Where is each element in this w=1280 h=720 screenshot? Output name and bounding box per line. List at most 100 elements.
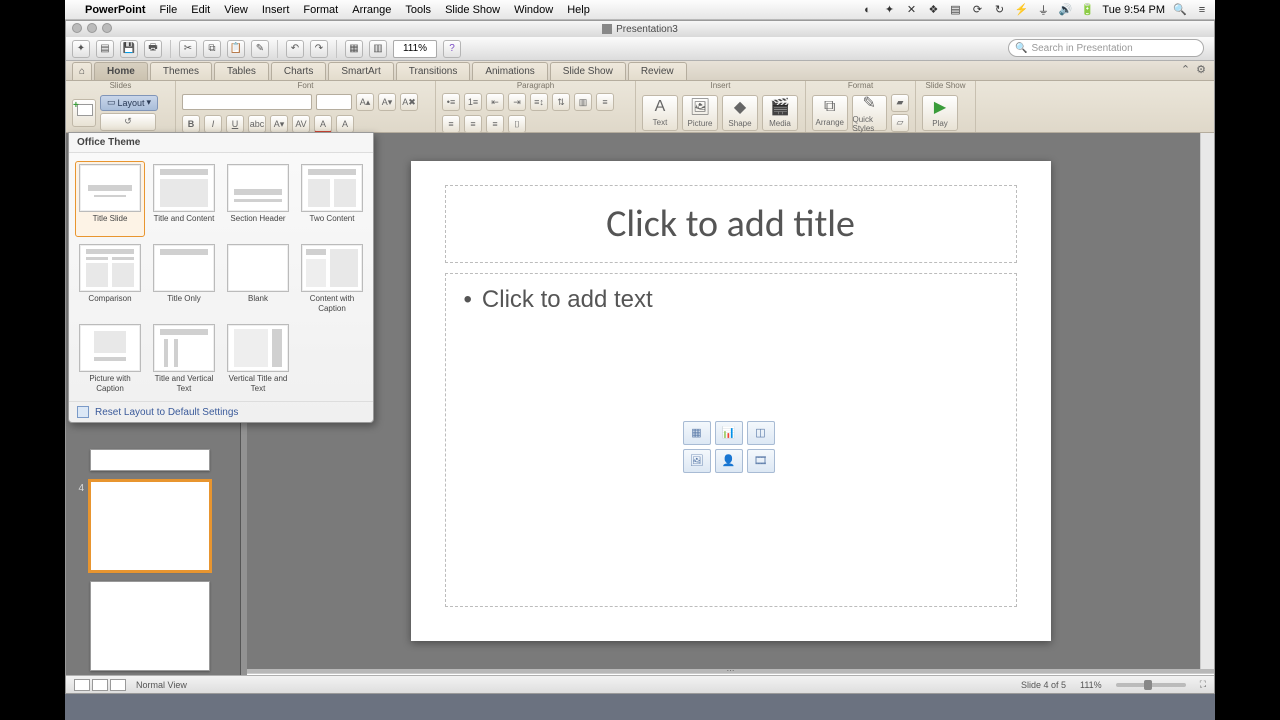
highlight-button[interactable]: A xyxy=(336,115,354,133)
slide-thumbnail[interactable] xyxy=(90,449,210,471)
menu-extra-icon[interactable]: ≡ xyxy=(1195,3,1209,17)
shrink-font-button[interactable]: A▾ xyxy=(378,93,396,111)
menu-window[interactable]: Window xyxy=(514,4,553,16)
layout-option-vertical-title-text[interactable]: Vertical Title and Text xyxy=(223,321,293,397)
content-placeholder[interactable]: Click to add text ▦ 📊 ◫ 🖼 👤 🎞 xyxy=(445,273,1017,607)
status-icon[interactable]: ✦ xyxy=(882,3,896,17)
status-icon[interactable]: ◐ xyxy=(860,3,874,17)
shape-line-button[interactable]: ▱ xyxy=(891,114,909,132)
grow-font-button[interactable]: A▴ xyxy=(356,93,374,111)
ribbon-collapse-button[interactable]: ⌃ xyxy=(1181,63,1190,76)
tab-review[interactable]: Review xyxy=(628,62,687,80)
title-placeholder[interactable]: Click to add title xyxy=(445,185,1017,263)
align-text-button[interactable]: ⌷ xyxy=(508,115,526,133)
align-left-button[interactable]: ≡ xyxy=(596,93,614,111)
menu-insert[interactable]: Insert xyxy=(262,4,290,16)
undo-button[interactable]: ↶ xyxy=(286,40,304,58)
layout-button[interactable]: ▭Layout▾ xyxy=(100,95,158,111)
menu-help[interactable]: Help xyxy=(567,4,590,16)
status-icon[interactable]: ⟳ xyxy=(970,3,984,17)
sorter-view-button[interactable] xyxy=(92,679,108,691)
wifi-icon[interactable]: ⏚ xyxy=(1036,3,1050,17)
insert-text-button[interactable]: AText xyxy=(642,95,678,131)
status-icon[interactable]: ✕ xyxy=(904,3,918,17)
insert-table-icon[interactable]: ▦ xyxy=(683,421,711,445)
line-spacing-button[interactable]: ≡↕ xyxy=(530,93,548,111)
play-button[interactable]: ▶Play xyxy=(922,95,958,131)
strike-button[interactable]: abc xyxy=(248,115,266,133)
new-button[interactable]: ✦ xyxy=(72,40,90,58)
slide-thumbnail[interactable] xyxy=(90,481,210,571)
layout-option-title-slide[interactable]: Title Slide xyxy=(75,161,145,237)
menu-format[interactable]: Format xyxy=(303,4,338,16)
notes-splitter[interactable] xyxy=(247,669,1214,673)
layout-option-picture-with-caption[interactable]: Picture with Caption xyxy=(75,321,145,397)
underline-button[interactable]: U xyxy=(226,115,244,133)
toolbar-button[interactable]: ▦ xyxy=(345,40,363,58)
menu-view[interactable]: View xyxy=(224,4,248,16)
menu-file[interactable]: File xyxy=(160,4,178,16)
new-slide-button[interactable] xyxy=(72,99,96,127)
tab-animations[interactable]: Animations xyxy=(472,62,547,80)
tab-charts[interactable]: Charts xyxy=(271,62,326,80)
menu-tools[interactable]: Tools xyxy=(405,4,431,16)
menu-slideshow[interactable]: Slide Show xyxy=(445,4,500,16)
font-size-combo[interactable] xyxy=(316,94,352,110)
layout-option-two-content[interactable]: Two Content xyxy=(297,161,367,237)
insert-media-button[interactable]: 🎬Media xyxy=(762,95,798,131)
volume-icon[interactable]: 🔊 xyxy=(1058,3,1072,17)
outdent-button[interactable]: ⇤ xyxy=(486,93,504,111)
ribbon-home-icon[interactable]: ⌂ xyxy=(72,62,92,80)
fit-to-window-button[interactable]: ⛶ xyxy=(1200,679,1206,690)
layout-option-title-vertical-text[interactable]: Title and Vertical Text xyxy=(149,321,219,397)
insert-smartart-icon[interactable]: ◫ xyxy=(747,421,775,445)
reset-button[interactable]: ↺ xyxy=(100,113,156,131)
redo-button[interactable]: ↷ xyxy=(310,40,328,58)
toolbar-button[interactable]: ▥ xyxy=(369,40,387,58)
minimize-button[interactable] xyxy=(87,23,97,33)
justify-button[interactable]: ≡ xyxy=(486,115,504,133)
align-center-button[interactable]: ≡ xyxy=(442,115,460,133)
insert-picture-icon[interactable]: 🖼 xyxy=(683,449,711,473)
slide-canvas[interactable]: Click to add title Click to add text ▦ 📊… xyxy=(411,161,1051,641)
layout-option-content-with-caption[interactable]: Content with Caption xyxy=(297,241,367,317)
slide-thumbnail[interactable] xyxy=(90,581,210,671)
slide-editor[interactable]: Click to add title Click to add text ▦ 📊… xyxy=(247,133,1214,669)
print-button[interactable]: 🖶 xyxy=(144,40,162,58)
ribbon-settings-button[interactable]: ⚙ xyxy=(1196,63,1206,76)
tab-transitions[interactable]: Transitions xyxy=(396,62,471,80)
cut-button[interactable]: ✂ xyxy=(179,40,197,58)
status-icon[interactable]: ↻ xyxy=(992,3,1006,17)
bold-button[interactable]: B xyxy=(182,115,200,133)
layout-option-section-header[interactable]: Section Header xyxy=(223,161,293,237)
tab-home[interactable]: Home xyxy=(94,62,148,80)
status-zoom-value[interactable]: 111% xyxy=(1080,680,1102,690)
columns-button[interactable]: ▥ xyxy=(574,93,592,111)
bluetooth-icon[interactable]: ⚡ xyxy=(1014,3,1028,17)
italic-button[interactable]: I xyxy=(204,115,222,133)
search-input[interactable]: 🔍 Search in Presentation xyxy=(1008,39,1204,57)
spotlight-icon[interactable]: 🔍 xyxy=(1173,3,1187,17)
copy-button[interactable]: ⧉ xyxy=(203,40,221,58)
layout-option-title-only[interactable]: Title Only xyxy=(149,241,219,317)
layout-option-title-and-content[interactable]: Title and Content xyxy=(149,161,219,237)
shape-fill-button[interactable]: ▰ xyxy=(891,94,909,112)
open-button[interactable]: ▤ xyxy=(96,40,114,58)
clear-format-button[interactable]: A✖ xyxy=(400,93,418,111)
menu-arrange[interactable]: Arrange xyxy=(352,4,391,16)
format-painter-button[interactable]: ✎ xyxy=(251,40,269,58)
zoom-combo[interactable]: 111% xyxy=(393,40,437,58)
numbering-button[interactable]: 1≡ xyxy=(464,93,482,111)
zoom-slider[interactable] xyxy=(1116,683,1186,687)
paste-button[interactable]: 📋 xyxy=(227,40,245,58)
insert-chart-icon[interactable]: 📊 xyxy=(715,421,743,445)
tab-smartart[interactable]: SmartArt xyxy=(328,62,393,80)
help-button[interactable]: ? xyxy=(443,40,461,58)
layout-option-comparison[interactable]: Comparison xyxy=(75,241,145,317)
char-spacing-button[interactable]: AV xyxy=(292,115,310,133)
status-icon[interactable]: ▤ xyxy=(948,3,962,17)
insert-picture-button[interactable]: 🖼Picture xyxy=(682,95,718,131)
bullets-button[interactable]: •≡ xyxy=(442,93,460,111)
menu-edit[interactable]: Edit xyxy=(191,4,210,16)
status-icon[interactable]: ❖ xyxy=(926,3,940,17)
